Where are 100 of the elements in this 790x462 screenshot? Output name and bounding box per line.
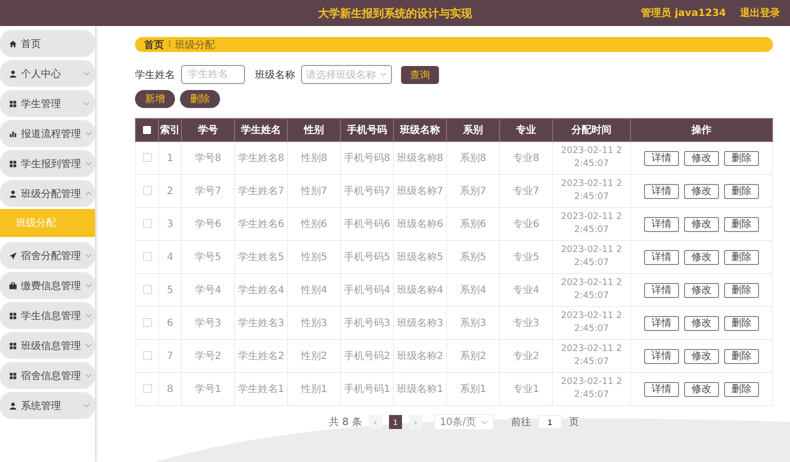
table-cell: 4 (158, 240, 182, 274)
menu-item[interactable]: 系统管理 (0, 392, 95, 419)
delete-button[interactable]: 删除 (724, 316, 759, 330)
table-cell: 系别4 (446, 274, 500, 306)
table-cell: 系别7 (446, 174, 500, 208)
chevron-icon (480, 420, 488, 424)
select-all-checkbox[interactable] (143, 126, 151, 134)
menu-item[interactable]: 学生管理 (0, 90, 95, 117)
details-button[interactable]: 详情 (644, 348, 679, 364)
delete-button[interactable]: 删除 (180, 90, 220, 108)
table-cell: 2023-02-11 22:45:07 (552, 142, 630, 174)
edit-button[interactable]: 修改 (684, 382, 719, 396)
row-checkbox[interactable] (142, 252, 152, 262)
table-cell: 手机号码1 (340, 372, 394, 406)
table-cell: 班级名称8 (394, 142, 446, 174)
edit-button[interactable]: 修改 (684, 184, 719, 198)
table-cell: 学生姓名1 (234, 372, 288, 406)
logout-link[interactable]: 退出登录 (740, 6, 780, 20)
table-cell: 手机号码7 (340, 174, 394, 208)
search-button[interactable]: 查询 (401, 66, 439, 84)
menu-item[interactable]: 宿舍分配管理 (0, 242, 95, 269)
table-cell: 班级名称5 (394, 240, 446, 274)
table-cell: 性别2 (288, 340, 340, 372)
column-header: 学号 (182, 118, 234, 142)
menu-item[interactable]: 个人中心 (0, 60, 95, 87)
table-cell: 学生姓名3 (234, 306, 288, 340)
row-checkbox[interactable] (142, 153, 152, 162)
delete-button[interactable]: 删除 (724, 382, 759, 396)
edit-button[interactable]: 修改 (684, 216, 719, 232)
delete-button[interactable]: 删除 (724, 216, 759, 232)
row-checkbox[interactable] (142, 219, 152, 228)
grid-icon (9, 160, 17, 168)
delete-button[interactable]: 删除 (724, 282, 759, 298)
edit-button[interactable]: 修改 (684, 316, 719, 330)
table-cell: 2 (158, 174, 182, 208)
table-cell: 8 (158, 372, 182, 406)
menu-item[interactable]: 班级分配管理 (0, 180, 95, 207)
row-checkbox[interactable] (142, 186, 152, 196)
total-count: 共 8 条 (329, 416, 362, 429)
row-checkbox[interactable] (142, 285, 152, 294)
details-button[interactable]: 详情 (644, 382, 679, 396)
edit-button[interactable]: 修改 (684, 150, 719, 166)
edit-button[interactable]: 修改 (684, 250, 719, 264)
details-button[interactable]: 详情 (644, 282, 679, 298)
column-header: 学生姓名 (234, 118, 288, 142)
table-cell: 2023-02-11 22:45:07 (552, 372, 630, 406)
home-icon (9, 40, 17, 48)
column-header: 索引 (158, 118, 182, 142)
menu-item[interactable]: 缴费信息管理 (0, 272, 95, 299)
table-cell: 系别3 (446, 306, 500, 340)
menu-item[interactable]: 首页 (0, 30, 95, 57)
goto-page-field[interactable]: 1 (538, 415, 562, 429)
table-cell: 手机号码3 (340, 306, 394, 340)
delete-button[interactable]: 删除 (724, 348, 759, 364)
name-input-field[interactable]: 学生姓名 (181, 65, 245, 84)
menu-item[interactable]: 学生报到管理 (0, 150, 95, 177)
details-button[interactable]: 详情 (644, 150, 679, 166)
delete-button[interactable]: 删除 (724, 150, 759, 166)
details-button[interactable]: 详情 (644, 184, 679, 198)
menu-item[interactable]: 报道流程管理 (0, 120, 95, 147)
table-cell: 手机号码5 (340, 240, 394, 274)
table-cell: 6 (158, 306, 182, 340)
column-header: 专业 (500, 118, 552, 142)
table-cell: 性别3 (288, 306, 340, 340)
column-header: 分配时间 (552, 118, 630, 142)
table-cell: 专业4 (500, 274, 552, 306)
table-cell: 2023-02-11 22:45:07 (552, 340, 630, 372)
page-unit: 页 (568, 416, 579, 429)
table-cell: 学生姓名4 (234, 274, 288, 306)
row-checkbox[interactable] (142, 318, 152, 328)
table-cell: 学号5 (182, 240, 234, 274)
page-number[interactable]: 1 (388, 415, 402, 429)
add-button[interactable]: 新增 (135, 90, 175, 108)
delete-button[interactable]: 删除 (724, 184, 759, 198)
row-checkbox[interactable] (142, 351, 152, 360)
table-cell: 学生姓名7 (234, 174, 288, 208)
table-cell: 学生姓名5 (234, 240, 288, 274)
row-checkbox[interactable] (142, 384, 152, 394)
edit-button[interactable]: 修改 (684, 282, 719, 298)
breadcrumb-item: 班级分配 (175, 38, 216, 52)
table-cell: 3 (158, 208, 182, 240)
menu-item[interactable]: 宿舍信息管理 (0, 362, 95, 389)
field-label: 学生姓名 (135, 68, 175, 82)
details-button[interactable]: 详情 (644, 250, 679, 264)
table-cell: 班级名称1 (394, 372, 446, 406)
delete-button[interactable]: 删除 (724, 250, 759, 264)
table-cell: 班级名称7 (394, 174, 446, 208)
table-cell: 2023-02-11 22:45:07 (552, 174, 630, 208)
table-cell: 2023-02-11 22:45:07 (552, 240, 630, 274)
table-cell: 性别5 (288, 240, 340, 274)
bar-chart-icon (9, 130, 17, 138)
details-button[interactable]: 详情 (644, 216, 679, 232)
table-cell: 手机号码6 (340, 208, 394, 240)
menu-item[interactable]: 学生信息管理 (0, 302, 95, 329)
breadcrumb-item[interactable]: 首页 (144, 38, 164, 52)
menu-item[interactable]: 班级信息管理 (0, 332, 95, 359)
page-size-select[interactable]: 10条/页 (434, 414, 494, 430)
table-cell: 学生姓名8 (234, 142, 288, 174)
details-button[interactable]: 详情 (644, 316, 679, 330)
edit-button[interactable]: 修改 (684, 348, 719, 364)
